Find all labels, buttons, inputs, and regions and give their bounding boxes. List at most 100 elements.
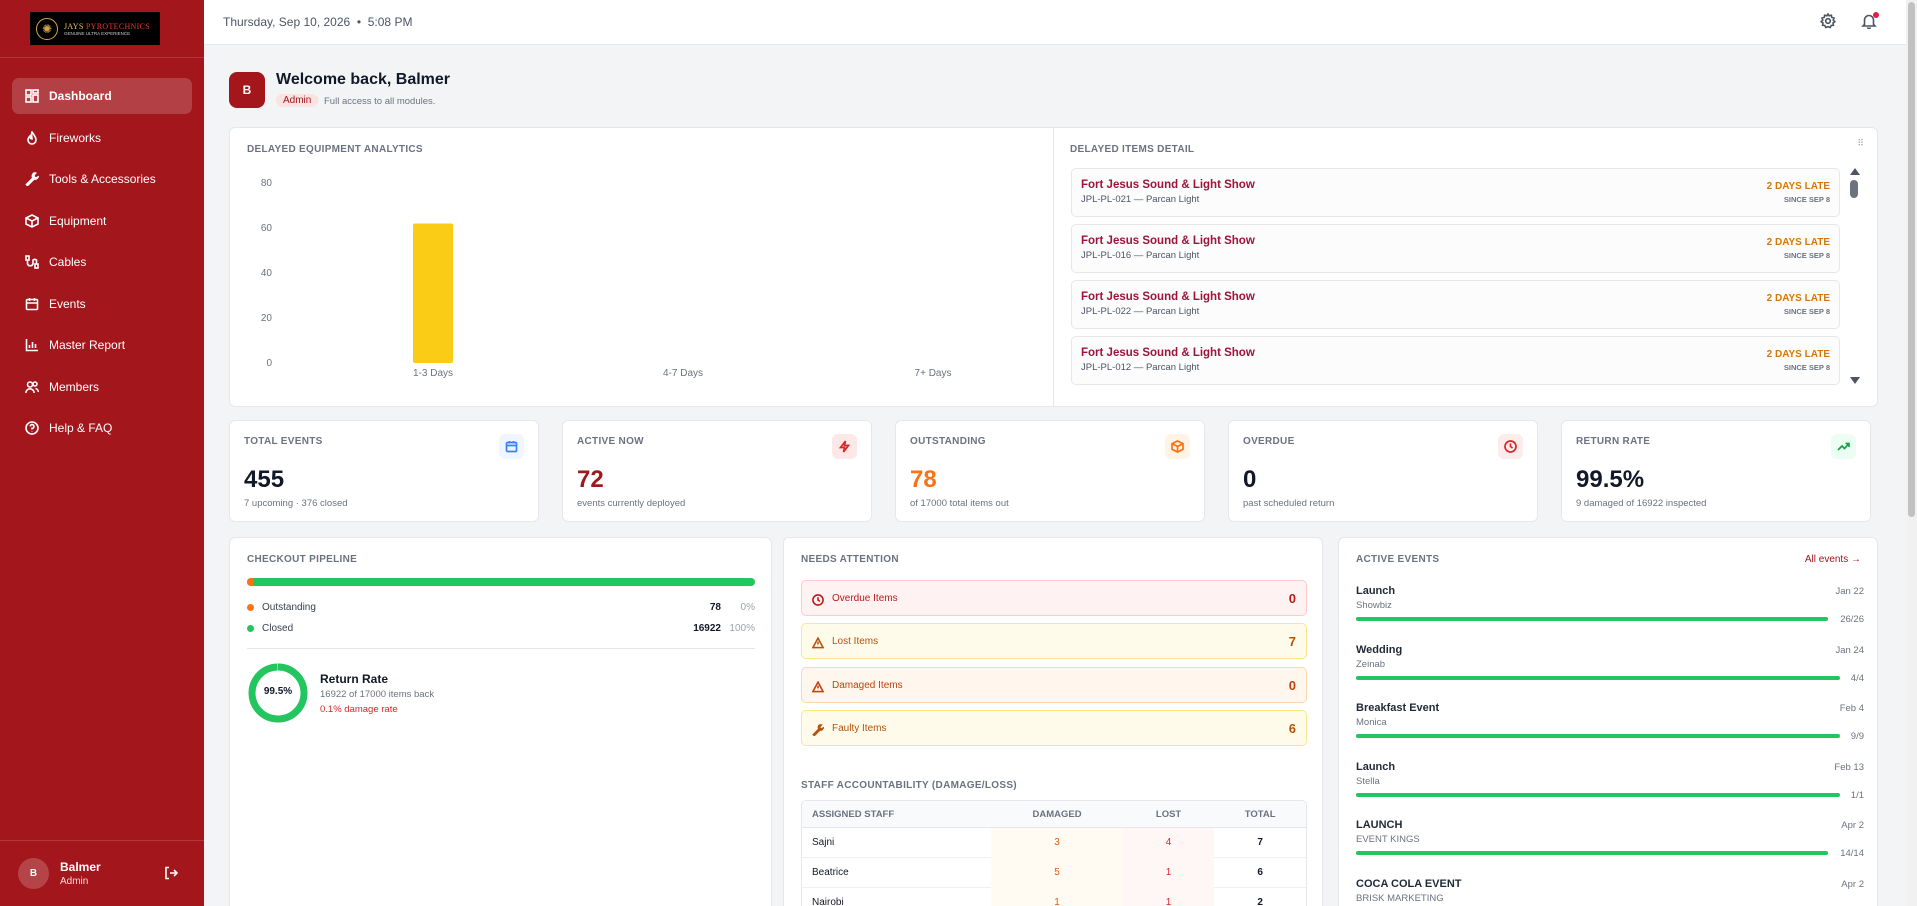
delayed-asset: JPL-PL-016 — Parcan Light <box>1081 250 1200 261</box>
delayed-item[interactable]: Fort Jesus Sound & Light Show JPL-PL-016 … <box>1071 224 1840 273</box>
staff-table-header: ASSIGNED STAFF DAMAGED LOST TOTAL <box>802 801 1306 828</box>
event-client: EVENT KINGS <box>1356 834 1420 845</box>
stat-label: TOTAL EVENTS <box>244 436 323 447</box>
attention-count: 0 <box>1288 591 1296 606</box>
pipeline-title: CHECKOUT PIPELINE <box>247 554 358 565</box>
list-scroll-thumb[interactable] <box>1850 180 1858 198</box>
staff-table-body: Sajni 3 4 7 Beatrice 5 1 6 Nairobi 1 1 2 <box>802 827 1306 906</box>
sidebar-item-master-report[interactable]: Master Report <box>12 327 192 363</box>
flame-icon <box>25 130 39 145</box>
event-item[interactable]: LAUNCH EVENT KINGS Apr 2 14/14 <box>1356 819 1864 871</box>
sidebar-item-events[interactable]: Events <box>12 286 192 322</box>
staff-lost: 4 <box>1122 827 1215 858</box>
y-tick-label: 60 <box>261 223 273 234</box>
y-tick-label: 20 <box>261 313 273 324</box>
sidebar-item-label: Dashboard <box>49 89 112 103</box>
col-lost[interactable]: LOST <box>1123 809 1215 820</box>
event-item[interactable]: COCA COLA EVENT BRISK MARKETING Apr 2 <box>1356 878 1864 906</box>
event-progress-bar <box>1356 617 1828 621</box>
scroll-down-icon[interactable] <box>1850 377 1860 384</box>
sidebar-item-help[interactable]: Help & FAQ <box>12 410 192 446</box>
needs-attention-card: NEEDS ATTENTION Overdue Items 0 Lost Items… <box>783 537 1323 906</box>
sidebar-item-cables[interactable]: Cables <box>12 244 192 280</box>
delayed-item[interactable]: Fort Jesus Sound & Light Show JPL-PL-021 … <box>1071 168 1840 217</box>
delayed-item[interactable]: Fort Jesus Sound & Light Show JPL-PL-022 … <box>1071 280 1840 329</box>
event-item[interactable]: Launch Showbiz Jan 22 26/26 <box>1356 585 1864 637</box>
role-badge: Admin <box>276 94 319 107</box>
delayed-event-name: Fort Jesus Sound & Light Show <box>1081 235 1255 247</box>
stat-card[interactable]: RETURN RATE 99.5% 9 damaged of 16922 inspe… <box>1561 420 1871 522</box>
stat-card[interactable]: TOTAL EVENTS 455 7 upcoming · 376 closed <box>229 420 539 522</box>
list-scrollbar[interactable] <box>1849 168 1860 384</box>
sidebar-item-tools[interactable]: Tools & Accessories <box>12 161 192 197</box>
scrollbar-thumb[interactable] <box>1908 2 1915 517</box>
stat-subtext: 7 upcoming · 376 closed <box>244 498 348 509</box>
all-events-link[interactable]: All events → <box>1805 554 1861 565</box>
user-role: Admin <box>60 876 89 887</box>
stat-card[interactable]: ACTIVE NOW 72 events currently deployed <box>562 420 872 522</box>
event-progress-bar <box>1356 734 1840 738</box>
pipeline-outstanding-fill <box>247 578 254 586</box>
legend-percent: 100% <box>729 623 755 634</box>
delayed-event-name: Fort Jesus Sound & Light Show <box>1081 291 1255 303</box>
stat-label: ACTIVE NOW <box>577 436 644 447</box>
sidebar-item-fireworks[interactable]: Fireworks <box>12 120 192 156</box>
logo-emblem-icon: ✺ <box>36 17 58 40</box>
attention-item[interactable]: Lost Items 7 <box>801 623 1307 659</box>
stat-subtext: 9 damaged of 16922 inspected <box>1576 498 1707 509</box>
sidebar-item-label: Members <box>49 379 100 394</box>
staff-damaged: 1 <box>991 887 1123 906</box>
attention-item[interactable]: Overdue Items 0 <box>801 580 1307 616</box>
stat-label: OUTSTANDING <box>910 436 986 447</box>
sidebar-item-equipment[interactable]: Equipment <box>12 203 192 239</box>
event-count: 26/26 <box>1840 614 1864 625</box>
logo-area: ✺ JAYS PYROTECHNICS GENUINE ULTRA EXPERI… <box>0 0 204 58</box>
delayed-event-name: Fort Jesus Sound & Light Show <box>1081 347 1255 359</box>
sidebar-item-dashboard[interactable]: Dashboard <box>12 78 192 114</box>
legend-label: Outstanding <box>262 602 316 613</box>
current-datetime: Thursday, Sep 10, 2026 • 5:08 PM <box>223 15 413 29</box>
page-scrollbar[interactable] <box>1906 0 1917 906</box>
stat-subtext: past scheduled return <box>1243 498 1335 509</box>
stat-card[interactable]: OVERDUE 0 past scheduled return <box>1228 420 1538 522</box>
welcome-avatar: B <box>229 72 265 108</box>
late-status: 2 DAYS LATE <box>1766 349 1830 360</box>
gear-icon[interactable] <box>1819 12 1838 31</box>
scroll-up-icon[interactable] <box>1850 168 1860 175</box>
calendar-icon <box>25 297 39 311</box>
box-icon <box>25 213 39 228</box>
logo-tagline: GENUINE ULTRA EXPERIENCE <box>64 30 131 36</box>
attention-item[interactable]: Faulty Items 6 <box>801 710 1307 746</box>
table-row[interactable]: Nairobi 1 1 2 <box>802 887 1306 906</box>
attention-title: NEEDS ATTENTION <box>801 554 899 565</box>
late-since: SINCE SEP 8 <box>1783 363 1830 372</box>
trending-up-icon <box>1831 434 1856 459</box>
delayed-analytics-card: DELAYED EQUIPMENT ANALYTICS DELAYED ITEM… <box>229 127 1878 407</box>
col-staff[interactable]: ASSIGNED STAFF <box>802 809 991 820</box>
drag-handle-icon[interactable]: ⠿ <box>1857 138 1865 149</box>
delayed-item[interactable]: Fort Jesus Sound & Light Show JPL-PL-012 … <box>1071 336 1840 385</box>
attention-item[interactable]: Damaged Items 0 <box>801 667 1307 703</box>
event-date: Jan 24 <box>1835 644 1864 656</box>
warning-icon <box>811 636 825 649</box>
event-item[interactable]: Wedding Zeinab Jan 24 4/4 <box>1356 644 1864 696</box>
stat-value: 99.5% <box>1576 466 1645 493</box>
col-damaged[interactable]: DAMAGED <box>991 809 1122 820</box>
chart-bar[interactable] <box>413 223 453 364</box>
event-client: Showbiz <box>1356 600 1392 611</box>
table-row[interactable]: Beatrice 5 1 6 <box>802 857 1306 888</box>
event-item[interactable]: Launch Stella Feb 13 1/1 <box>1356 761 1864 813</box>
company-logo[interactable]: ✺ JAYS PYROTECHNICS GENUINE ULTRA EXPERI… <box>30 12 160 45</box>
sidebar: ✺ JAYS PYROTECHNICS GENUINE ULTRA EXPERI… <box>0 0 204 906</box>
logout-icon[interactable] <box>164 866 179 880</box>
table-row[interactable]: Sajni 3 4 7 <box>802 827 1306 858</box>
col-total[interactable]: TOTAL <box>1214 809 1306 820</box>
avatar[interactable]: B <box>18 858 49 889</box>
event-item[interactable]: Breakfast Event Monica Feb 4 9/9 <box>1356 702 1864 754</box>
stat-card[interactable]: OUTSTANDING 78 of 17000 total items out <box>895 420 1205 522</box>
bell-icon[interactable] <box>1861 12 1879 31</box>
event-name: LAUNCH <box>1356 819 1403 831</box>
stat-value: 78 <box>910 466 937 493</box>
legend-label: Closed <box>262 623 294 634</box>
sidebar-item-members[interactable]: Members <box>12 369 192 405</box>
